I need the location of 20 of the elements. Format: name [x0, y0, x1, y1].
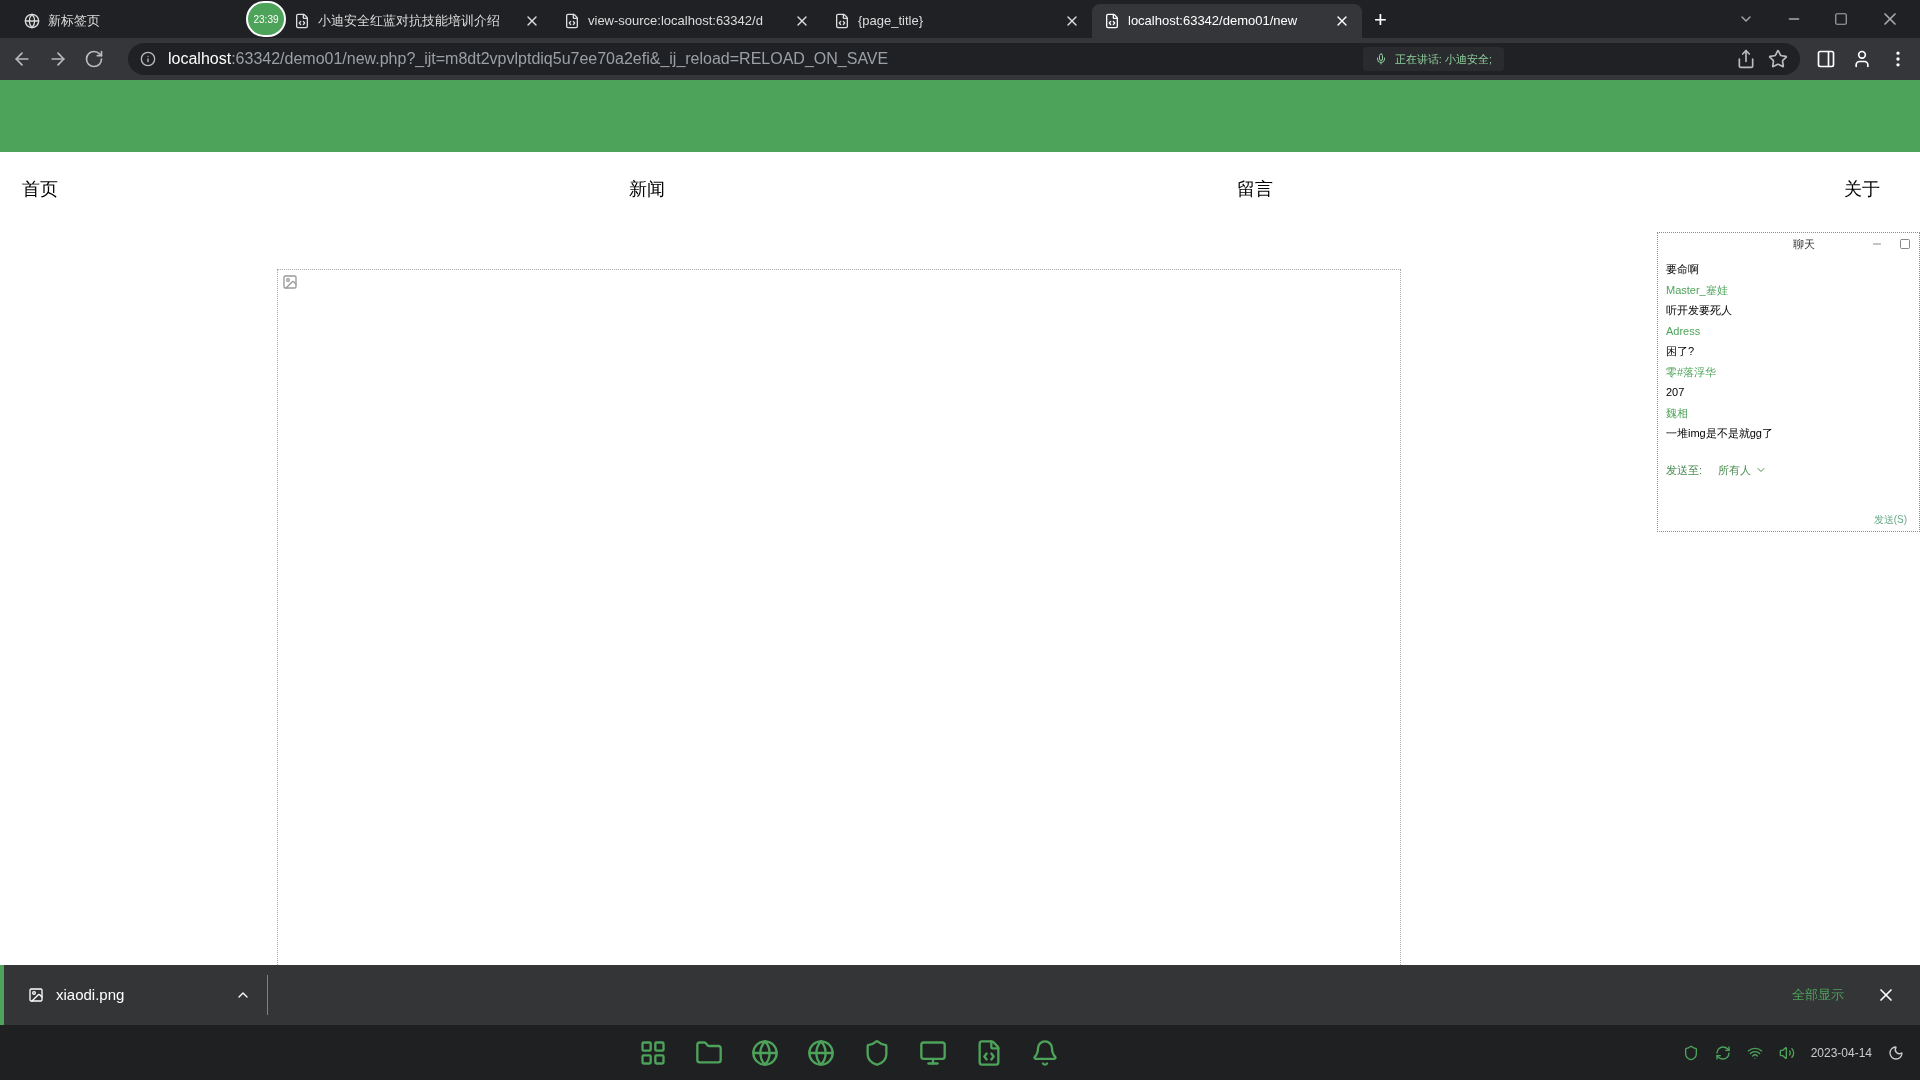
chat-title: 聊天 — [1793, 236, 1815, 252]
send-to-label: 发送至: — [1666, 462, 1703, 478]
tab-title: view-source:localhost:63342/d — [588, 12, 763, 31]
taskbar-date: 2023-04-14 — [1810, 1044, 1872, 1062]
chat-message: 听开发要死人 — [1666, 303, 1733, 318]
speaking-text: 正在讲话: 小迪安全; — [1394, 51, 1492, 67]
sender-name: 零#落浮华 — [1666, 364, 1718, 380]
chat-message: 要命啊 — [1666, 262, 1700, 277]
sender-name: 魏相 — [1666, 405, 1689, 421]
tab-title: 新标签页 — [48, 12, 100, 31]
url-text: localhost:63342/demo01/new.php?_ijt=m8dt2vpvlptdiq5u7ee70a2efi&_ij_reload=RELOAD_ON_SAVE — [168, 49, 889, 69]
chat-message: 一堆img是不是就gg了 — [1666, 426, 1774, 441]
chat-message: 207 — [1666, 385, 1686, 400]
tab-title: localhost:63342/demo01/new — [1128, 12, 1298, 31]
recording-timer-toast: 23:39 — [246, 1, 286, 37]
chat-message: 困了? — [1666, 344, 1696, 359]
tab-title: {page_title} — [858, 12, 924, 31]
sender-name: Master_塞娃 — [1666, 282, 1729, 298]
tab-title: 小迪安全红蓝对抗技能培训介绍 — [318, 12, 500, 31]
sender-name: Adress — [1666, 323, 1702, 339]
